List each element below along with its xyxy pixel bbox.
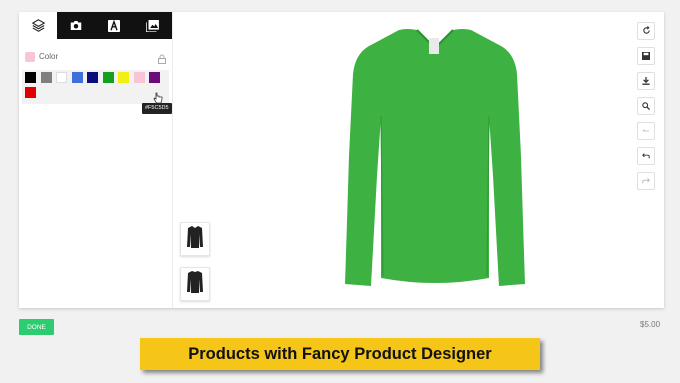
color-label: Color	[39, 52, 59, 61]
color-swatch[interactable]	[118, 72, 129, 83]
redo-icon	[642, 172, 650, 190]
shirt-thumbnail-icon	[186, 225, 204, 254]
color-row[interactable]: Color	[19, 48, 172, 68]
hand-cursor-icon	[153, 92, 163, 110]
lock-icon[interactable]	[158, 51, 166, 69]
color-swatch[interactable]	[102, 72, 114, 83]
caption-banner: Products with Fancy Product Designer	[140, 338, 540, 370]
text-icon	[108, 19, 120, 32]
reset-icon	[642, 122, 650, 140]
color-swatches	[22, 70, 169, 104]
color-swatch[interactable]	[25, 72, 36, 83]
rotate-button[interactable]	[637, 22, 655, 40]
color-swatch[interactable]	[40, 72, 52, 83]
save-icon	[642, 47, 650, 65]
done-button[interactable]: DONE	[19, 319, 54, 335]
rotate-icon	[642, 22, 651, 40]
view-thumbnail-back[interactable]	[180, 267, 210, 301]
shirt-thumbnail-icon	[186, 270, 204, 299]
save-button[interactable]	[637, 47, 655, 65]
color-swatch[interactable]	[87, 72, 98, 83]
download-icon	[642, 72, 650, 90]
color-swatch[interactable]	[56, 72, 67, 83]
product-designer-card: Color #F5C5D5	[19, 12, 664, 308]
undo-button[interactable]	[637, 147, 655, 165]
undo-icon	[642, 147, 650, 165]
reset-button[interactable]	[637, 122, 655, 140]
price-label: $5.00	[640, 320, 661, 329]
redo-button[interactable]	[637, 172, 655, 190]
product-shirt[interactable]	[315, 26, 555, 293]
color-swatch[interactable]	[71, 72, 83, 83]
tab-text[interactable]	[95, 12, 133, 39]
color-swatch[interactable]	[149, 72, 160, 83]
images-icon	[145, 19, 159, 32]
tab-images[interactable]	[57, 12, 95, 39]
zoom-button[interactable]	[637, 97, 655, 115]
color-swatch[interactable]	[133, 72, 145, 83]
tab-layers[interactable]	[19, 12, 57, 39]
side-toolbar	[637, 22, 655, 197]
layers-icon	[31, 19, 45, 32]
zoom-icon	[642, 97, 651, 115]
tab-bar	[19, 12, 172, 39]
view-thumbnail-front[interactable]	[180, 222, 210, 256]
left-panel: Color	[19, 12, 173, 308]
color-swatch[interactable]	[25, 87, 36, 98]
tab-designs[interactable]	[133, 12, 171, 39]
selected-color-chip	[25, 52, 35, 62]
camera-icon	[70, 20, 82, 31]
download-button[interactable]	[637, 72, 655, 90]
